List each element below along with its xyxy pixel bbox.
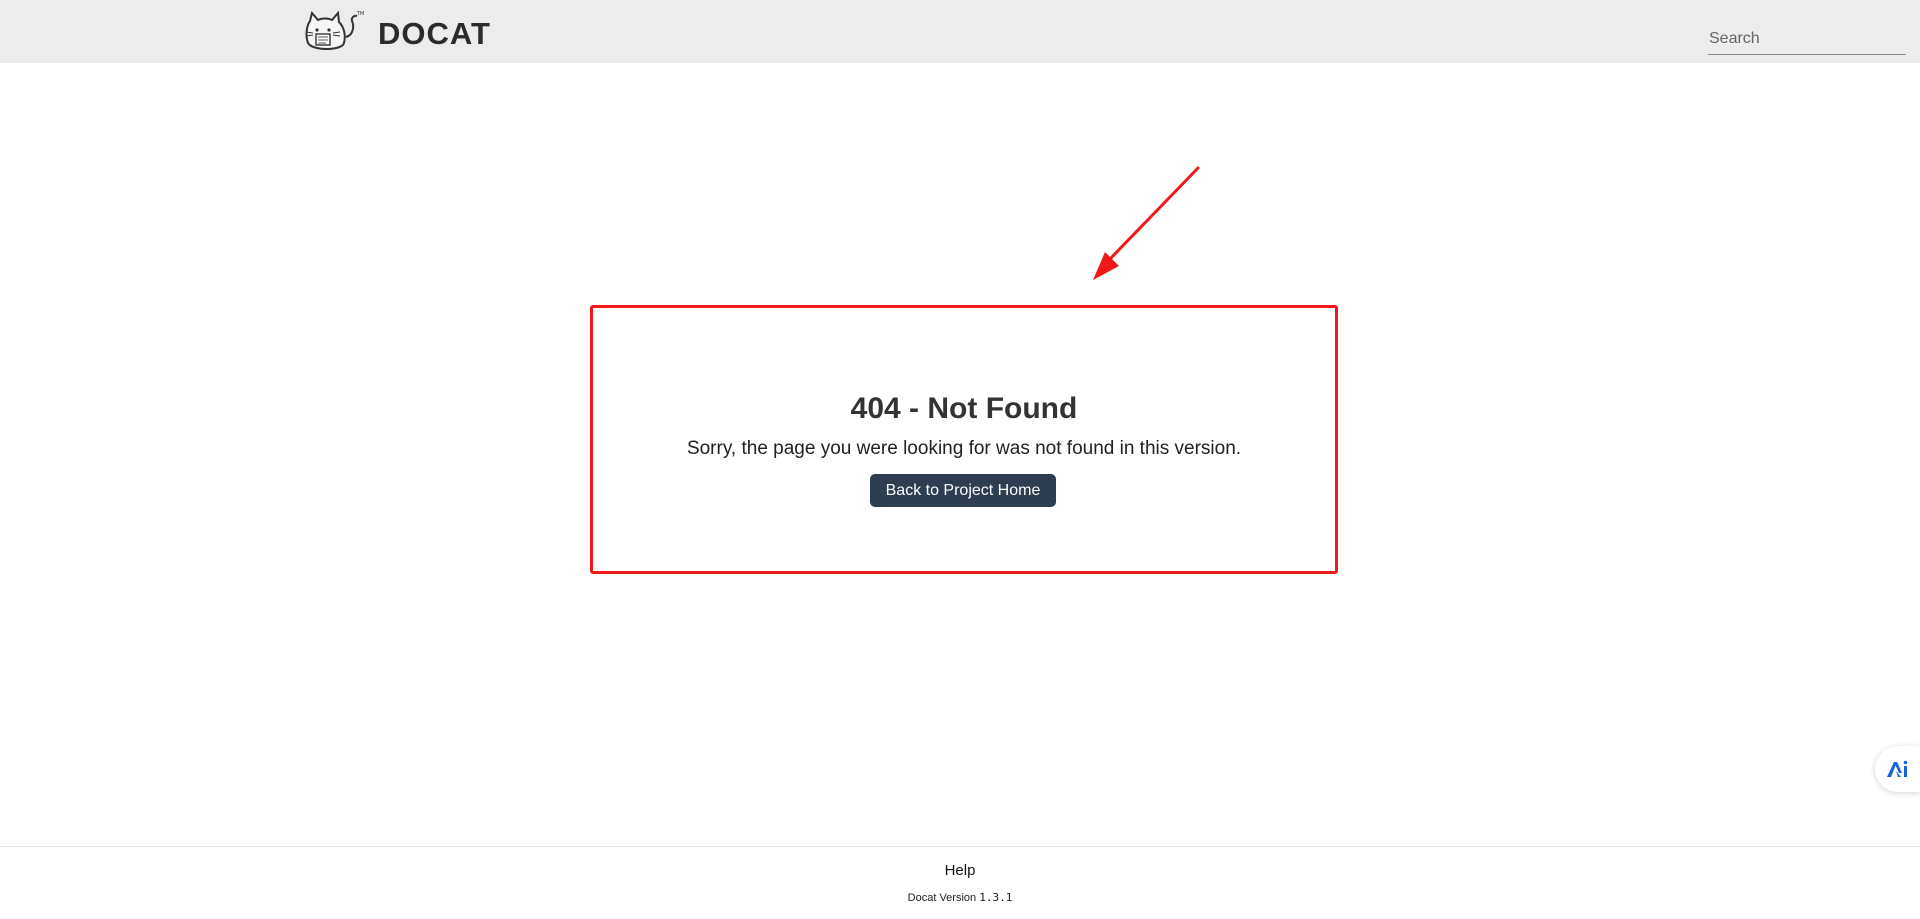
- version-info: Docat Version 1.3.1: [0, 891, 1920, 904]
- annotation-arrow: [1093, 166, 1200, 280]
- svg-text:TM: TM: [356, 11, 364, 17]
- not-found-message: Sorry, the page you were looking for was…: [686, 438, 1242, 459]
- logo-text: DOCAT: [378, 16, 491, 51]
- home-logo-link[interactable]: TM DOCAT: [302, 7, 491, 55]
- footer: Help Docat Version 1.3.1: [0, 846, 1920, 919]
- not-found-panel: 404 - Not Found Sorry, the page you were…: [590, 305, 1338, 574]
- version-number: 1.3.1: [979, 891, 1013, 904]
- header-bar: TM DOCAT: [0, 0, 1920, 63]
- assistant-icon: [1886, 760, 1907, 777]
- page-title: 404 - Not Found: [850, 392, 1078, 425]
- help-link[interactable]: Help: [0, 862, 1920, 879]
- floating-assistant-button[interactable]: [1875, 746, 1920, 792]
- version-label: Docat Version: [907, 892, 977, 904]
- cat-logo-icon: TM: [305, 10, 364, 50]
- search-input[interactable]: [1708, 24, 1906, 55]
- back-to-project-home-button[interactable]: Back to Project Home: [870, 474, 1056, 507]
